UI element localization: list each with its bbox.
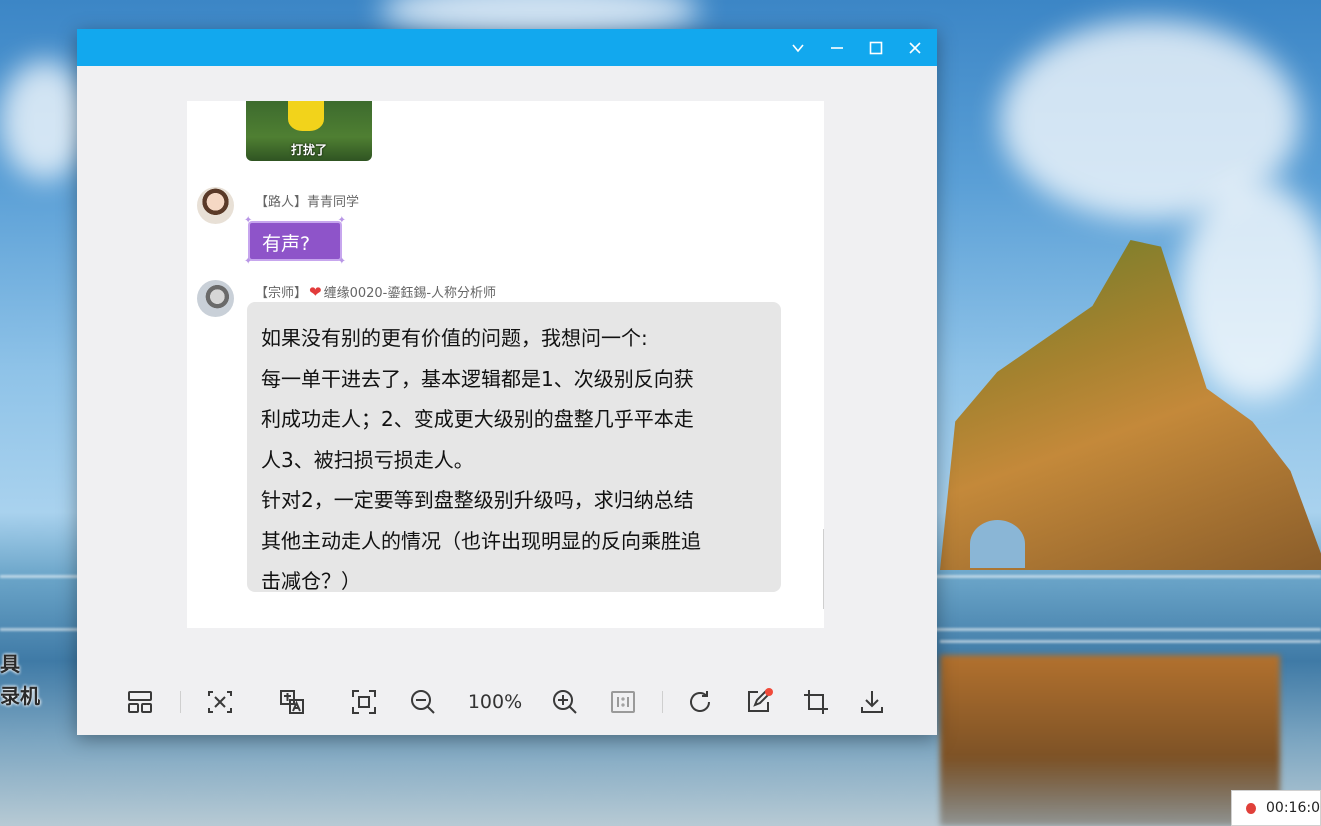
sparkle-icon: ✦ xyxy=(337,215,346,226)
actual-size-icon[interactable] xyxy=(606,685,640,719)
zoom-level: 100% xyxy=(467,691,523,713)
chevron-down-icon[interactable] xyxy=(783,33,813,63)
maximize-icon[interactable] xyxy=(861,33,891,63)
wave xyxy=(940,640,1321,643)
ocr-icon[interactable] xyxy=(203,685,237,719)
sticker-caption: 打扰了 xyxy=(290,143,327,157)
minimize-icon[interactable] xyxy=(822,33,852,63)
sticker-image: 打扰了 xyxy=(246,101,372,161)
heart-icon: ❤ xyxy=(309,282,322,301)
sender-name: 【路人】青青同学 xyxy=(255,195,360,210)
title-bar[interactable] xyxy=(77,29,937,66)
message-line: 利成功走人；2、变成更大级别的盘整几乎平本走 xyxy=(261,407,694,431)
recording-timer: 00:16:0 xyxy=(1266,800,1320,816)
zoom-in-icon[interactable] xyxy=(548,685,582,719)
message-line: 针对2，一定要等到盘整级别升级吗，求归纳总结 xyxy=(261,488,694,512)
rock-arch xyxy=(970,520,1025,568)
zoom-out-icon[interactable] xyxy=(406,685,440,719)
toolbar-divider xyxy=(662,691,663,713)
desktop-overlay-text: 录机 xyxy=(0,684,40,708)
desktop-overlay-text: 具 xyxy=(0,652,20,676)
message-bubble: ✦ ✦ ✦ ✦ 有声? xyxy=(244,215,346,267)
message-text: 有声? xyxy=(262,233,311,255)
avatar xyxy=(197,187,234,224)
message-line: 击减仓？） xyxy=(261,569,361,593)
crop-icon[interactable] xyxy=(799,685,833,719)
notification-dot xyxy=(765,688,773,696)
close-icon[interactable] xyxy=(900,33,930,63)
message-bubble: 如果没有别的更有价值的问题，我想问一个: 每一单干进去了，基本逻辑都是1、次级别… xyxy=(247,302,781,593)
edit-icon[interactable] xyxy=(741,685,775,719)
message-line: 每一单干进去了，基本逻辑都是1、次级别反向获 xyxy=(261,366,694,391)
image-viewer-window: 打扰了 【路人】青青同学 ✦ ✦ ✦ ✦ 有声? 【宗师】 ❤ 缠缘0020-鎏… xyxy=(77,29,937,735)
sparkle-icon: ✦ xyxy=(337,256,346,267)
download-icon[interactable] xyxy=(855,685,889,719)
rock-reflection xyxy=(940,655,1280,826)
recording-indicator[interactable]: 00:16:0 xyxy=(1231,790,1321,826)
avatar xyxy=(197,280,234,317)
sender-nickname: 缠缘0020-鎏鈺錫-人称分析师 xyxy=(323,286,497,301)
viewer-toolbar: 100% xyxy=(77,677,937,727)
rotate-icon[interactable] xyxy=(683,685,717,719)
screenshot-image: 打扰了 【路人】青青同学 ✦ ✦ ✦ ✦ 有声? 【宗师】 ❤ 缠缘0020-鎏… xyxy=(187,101,824,628)
toolbar-divider xyxy=(180,691,181,713)
sparkle-icon: ✦ xyxy=(244,215,253,226)
layout-icon[interactable] xyxy=(123,685,157,719)
record-dot-icon xyxy=(1246,802,1257,814)
fit-window-icon[interactable] xyxy=(347,685,381,719)
message-line: 如果没有别的更有价值的问题，我想问一个: xyxy=(261,326,648,350)
sparkle-icon: ✦ xyxy=(244,256,253,267)
cloud xyxy=(1180,180,1321,400)
message-line: 人3、被扫损亏损走人。 xyxy=(261,447,474,472)
duck-figure xyxy=(288,101,324,131)
scrollbar[interactable] xyxy=(823,529,824,609)
sender-name: 【宗师】 ❤ 缠缘0020-鎏鈺錫-人称分析师 xyxy=(255,282,497,302)
translate-icon[interactable] xyxy=(275,685,309,719)
message-line: 其他主动走人的情况（也许出现明显的反向乘胜追 xyxy=(261,528,701,553)
sender-rank: 【宗师】 xyxy=(255,286,308,301)
